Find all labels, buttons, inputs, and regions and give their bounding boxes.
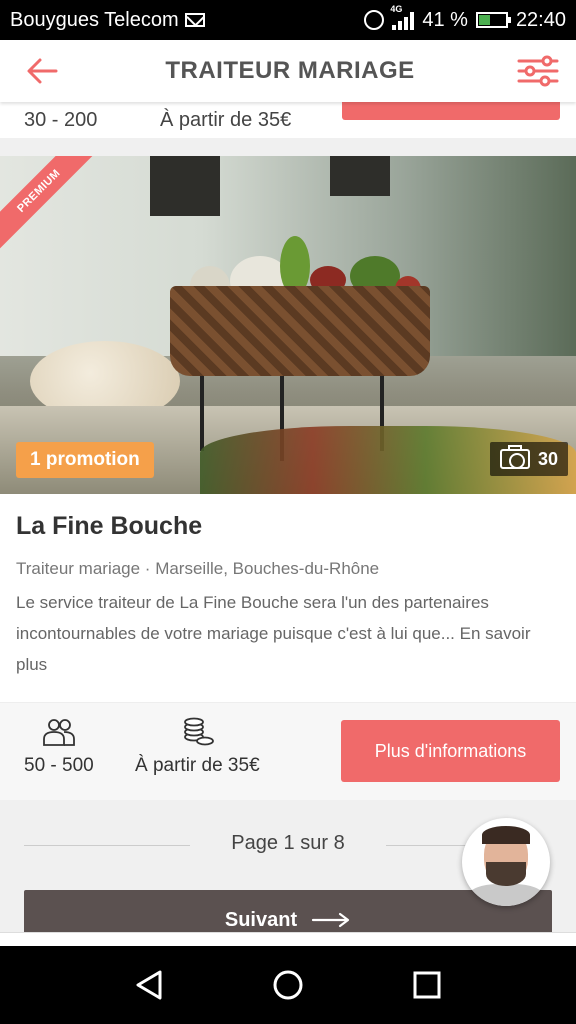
filter-button[interactable] [516, 49, 560, 93]
guests-icon [42, 719, 75, 746]
signal-icon: 4G [390, 4, 415, 30]
arrow-right-icon [312, 912, 350, 928]
app-screen: 30 - 200 À partir de 35€ TRAITEUR MARIAG… [0, 40, 576, 946]
nav-home-button[interactable] [258, 955, 318, 1015]
mail-notification-icon [184, 13, 205, 27]
previous-card-price: À partir de 35€ [160, 108, 292, 131]
app-bar: TRAITEUR MARIAGE [0, 40, 576, 102]
photo-count: 30 [537, 448, 558, 469]
filter-sliders-icon [517, 55, 559, 87]
price-feature: À partir de 35€ [135, 717, 260, 777]
coins-icon [184, 717, 215, 746]
page-title: TRAITEUR MARIAGE [165, 57, 415, 84]
carrier-name: Bouygues Telecom [10, 8, 179, 31]
vendor-description[interactable]: Le service traiteur de La Fine Bouche se… [16, 587, 560, 680]
bottom-tab-bar [0, 932, 576, 946]
status-carrier-group: Bouygues Telecom [10, 9, 364, 32]
back-button[interactable] [20, 49, 64, 93]
more-info-button[interactable]: Plus d'informations [341, 720, 560, 782]
previous-card-info-button[interactable] [342, 102, 560, 120]
status-bar: Bouygues Telecom 4G 41 % 22:40 [0, 0, 576, 40]
square-recents-icon [413, 971, 441, 999]
previous-card-capacity: 30 - 200 [24, 108, 98, 131]
system-nav-bar [0, 946, 576, 1024]
clock: 22:40 [515, 8, 566, 31]
battery-icon [475, 12, 511, 28]
photo-count-badge[interactable]: 30 [489, 442, 568, 476]
vendor-photo[interactable]: PREMIUM 1 promotion 30 [0, 156, 576, 494]
promotion-badge[interactable]: 1 promotion [16, 442, 154, 478]
capacity-feature: 50 - 500 [24, 717, 94, 777]
battery-percent: 41 % [422, 8, 468, 31]
alarm-icon [364, 10, 385, 30]
pagination: Page 1 sur 8 Suivant [0, 800, 576, 946]
arrow-left-icon [27, 58, 58, 84]
network-type: 4G [390, 4, 403, 14]
nav-recents-button[interactable] [397, 955, 457, 1015]
camera-icon [499, 445, 530, 469]
nav-back-button[interactable] [119, 955, 179, 1015]
price-value: À partir de 35€ [135, 755, 260, 776]
vendor-meta: Traiteur mariage · Marseille, Bouches-du… [16, 559, 380, 578]
next-page-label: Suivant [224, 908, 298, 931]
previous-card: 30 - 200 À partir de 35€ [0, 102, 576, 138]
vendor-card-footer: 50 - 500 À partir de 35€ Plus d'informat… [0, 702, 576, 800]
status-right-group: 4G 41 % 22:40 [364, 4, 566, 32]
triangle-back-icon [136, 970, 162, 1000]
vendor-card[interactable]: PREMIUM 1 promotion 30 La Fine Bouche Tr… [0, 156, 576, 800]
circle-home-icon [273, 970, 303, 1000]
vendor-card-body: La Fine Bouche Traiteur mariage · Marsei… [0, 494, 576, 702]
capacity-value: 50 - 500 [24, 755, 94, 776]
chat-advisor-avatar[interactable] [462, 818, 550, 906]
vendor-name[interactable]: La Fine Bouche [16, 512, 560, 541]
